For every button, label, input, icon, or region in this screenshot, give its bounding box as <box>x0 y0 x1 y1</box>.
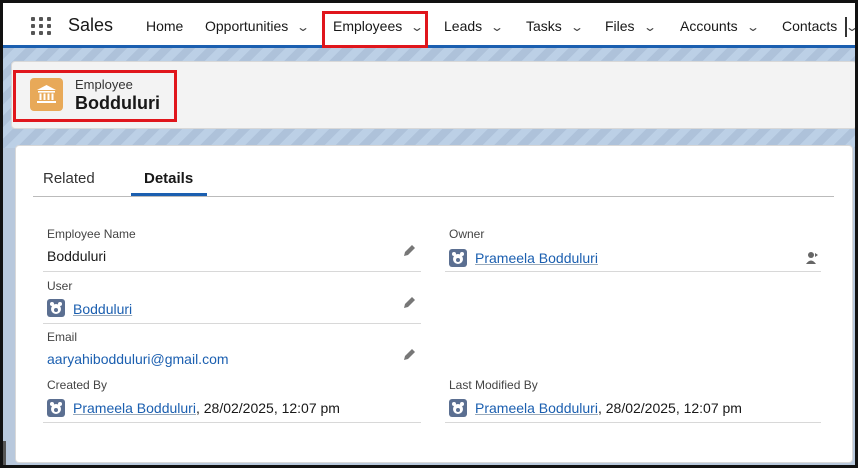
window-edge <box>3 441 6 465</box>
nav-item-opportunities[interactable]: Opportunities ⌄ <box>205 18 310 34</box>
field-divider <box>445 422 821 423</box>
global-nav: Sales Home Opportunities ⌄ Employees ⌄ Lea… <box>3 3 855 48</box>
field-label-last-modified-by: Last Modified By <box>449 378 538 392</box>
app-launcher-icon[interactable] <box>31 17 53 35</box>
nav-item-label: Files <box>605 18 635 34</box>
last-modified-by-link[interactable]: Prameela Bodduluri <box>475 400 598 416</box>
field-label-email: Email <box>47 330 78 344</box>
chevron-down-icon[interactable]: ⌄ <box>570 20 584 34</box>
app-name: Sales <box>68 15 114 35</box>
field-label-owner: Owner <box>449 227 485 241</box>
nav-item-label: Home <box>146 18 184 34</box>
email-link[interactable]: aaryahibodduluri@gmail.com <box>47 351 229 367</box>
edit-pencil-icon[interactable] <box>402 348 416 362</box>
field-divider <box>445 271 821 272</box>
highlight-box-employees-tab <box>322 11 428 48</box>
highlight-box-record-header <box>13 70 177 122</box>
nav-item-tasks[interactable]: Tasks ⌄ <box>526 18 584 34</box>
chevron-down-icon[interactable]: ⌄ <box>643 20 657 34</box>
nav-item-home[interactable]: Home <box>146 18 183 34</box>
nav-item-label: Opportunities <box>205 18 289 34</box>
nav-item-leads[interactable]: Leads ⌄ <box>444 18 504 34</box>
field-divider <box>43 422 421 423</box>
chevron-down-icon[interactable]: ⌄ <box>490 20 504 34</box>
nav-item-accounts[interactable]: Accounts ⌄ <box>680 18 760 34</box>
last-modified-date: , 28/02/2025, 12:07 pm <box>597 400 742 416</box>
field-label-user: User <box>47 279 73 293</box>
created-by-value: Prameela Bodduluri, 28/02/2025, 12:07 pm <box>73 400 340 416</box>
field-value-employee-name: Bodduluri <box>47 248 107 264</box>
change-owner-icon[interactable] <box>805 251 819 265</box>
chevron-down-icon[interactable]: ⌄ <box>845 20 855 34</box>
app-frame: Sales Home Opportunities ⌄ Employees ⌄ Lea… <box>0 0 858 468</box>
tabs-divider <box>33 196 834 197</box>
edit-pencil-icon[interactable] <box>402 296 416 310</box>
nav-item-label: Accounts <box>680 18 738 34</box>
owner-link[interactable]: Prameela Bodduluri <box>475 250 598 266</box>
created-by-date: , 28/02/2025, 12:07 pm <box>195 400 340 416</box>
last-modified-by-value: Prameela Bodduluri, 28/02/2025, 12:07 pm <box>475 400 742 416</box>
field-divider <box>43 271 421 272</box>
nav-item-label: Leads <box>444 18 483 34</box>
nav-item-label: Tasks <box>526 18 562 34</box>
nav-item-label: Contacts <box>782 18 838 34</box>
tab-details[interactable]: Details <box>144 170 193 187</box>
edit-pencil-icon[interactable] <box>402 244 416 258</box>
user-link[interactable]: Bodduluri <box>73 301 132 317</box>
user-avatar-icon <box>449 249 467 267</box>
tab-related[interactable]: Related <box>43 170 95 187</box>
field-label-employee-name: Employee Name <box>47 227 136 241</box>
chevron-down-icon[interactable]: ⌄ <box>296 20 310 34</box>
nav-divider <box>845 17 847 37</box>
user-avatar-icon <box>449 399 467 417</box>
chevron-down-icon[interactable]: ⌄ <box>746 20 760 34</box>
field-label-created-by: Created By <box>47 378 108 392</box>
created-by-link[interactable]: Prameela Bodduluri <box>73 400 196 416</box>
field-divider <box>43 323 421 324</box>
user-avatar-icon <box>47 399 65 417</box>
user-avatar-icon <box>47 299 65 317</box>
nav-item-files[interactable]: Files ⌄ <box>605 18 657 34</box>
